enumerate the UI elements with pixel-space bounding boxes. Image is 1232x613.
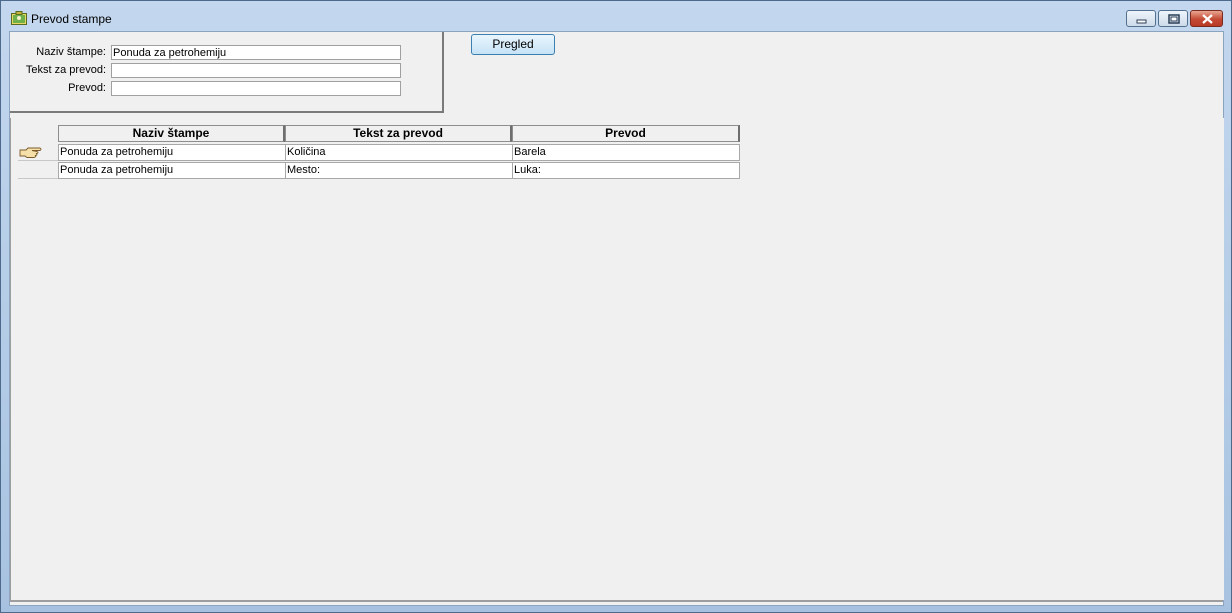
filter-panel: Naziv štampe: Tekst za prevod: Prevod: [10,32,444,113]
tekst-za-prevod-label: Tekst za prevod: [25,64,106,76]
table-cell[interactable]: Barela [512,144,740,161]
app-icon [11,11,27,25]
naziv-stampe-input[interactable] [111,45,401,60]
app-window: Prevod stampe Naziv štampe: Tekst za pre… [0,0,1232,613]
table-cell[interactable]: Količina [285,144,513,161]
bottom-divider [10,600,1223,602]
prevod-label: Prevod: [68,82,106,94]
row-indicator[interactable] [18,162,58,179]
tekst-za-prevod-input[interactable] [111,63,401,78]
data-grid: Naziv štampe Tekst za prevod Prevod Ponu… [10,118,1224,600]
pointing-hand-icon [19,147,42,158]
title-bar[interactable]: Prevod stampe [1,1,1231,31]
table-cell[interactable]: Mesto: [285,162,513,179]
restore-icon [1168,14,1180,24]
window-title: Prevod stampe [31,12,112,26]
naziv-stampe-label: Naziv štampe: [36,46,106,58]
client-area: Naziv štampe: Tekst za prevod: Prevod: P… [9,31,1224,606]
minimize-icon [1136,19,1147,24]
row-indicator[interactable] [18,144,58,161]
pregled-button[interactable]: Pregled [471,34,555,55]
column-header-tekst[interactable]: Tekst za prevod [285,125,512,142]
column-header-naziv[interactable]: Naziv štampe [58,125,285,142]
prevod-input[interactable] [111,81,401,96]
minimize-button[interactable] [1126,10,1156,27]
table-cell[interactable]: Ponuda za petrohemiju [58,144,286,161]
column-header-prevod[interactable]: Prevod [512,125,740,142]
table-cell[interactable]: Luka: [512,162,740,179]
table-cell[interactable]: Ponuda za petrohemiju [58,162,286,179]
maximize-button[interactable] [1158,10,1188,27]
close-button[interactable] [1190,10,1223,27]
close-icon [1202,14,1213,24]
